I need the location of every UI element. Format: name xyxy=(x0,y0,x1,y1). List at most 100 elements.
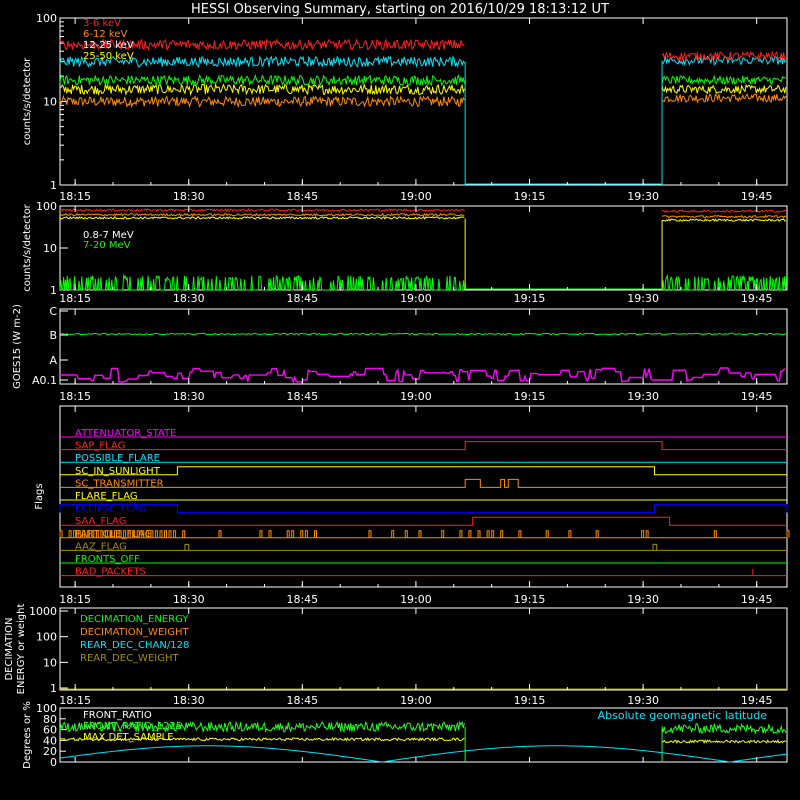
y-tick-label: A xyxy=(49,354,57,367)
flag-spikes xyxy=(184,543,658,551)
x-tick-label: 18:30 xyxy=(173,190,205,203)
x-tick-label: 19:30 xyxy=(627,593,659,606)
y-tick-label: 1000 xyxy=(29,605,57,618)
y-axis-label: Flags xyxy=(34,483,45,509)
legend-entry: REAR_DEC_WEIGHT xyxy=(80,653,179,664)
flag-spikes xyxy=(59,530,790,538)
y-tick-label: 10 xyxy=(43,96,57,109)
series-line xyxy=(661,722,787,735)
x-tick-label: 19:30 xyxy=(627,390,659,403)
x-tick-label: 18:15 xyxy=(59,593,91,606)
x-tick-label: 19:45 xyxy=(741,190,773,203)
series-line xyxy=(59,208,465,212)
x-tick-label: 19:00 xyxy=(400,292,432,305)
x-tick-label: 19:45 xyxy=(741,694,773,707)
x-tick-label: 18:45 xyxy=(286,390,318,403)
x-tick-label: 18:15 xyxy=(59,190,91,203)
x-tick-label: 19:00 xyxy=(400,694,432,707)
legend-entry: DECIMATION_ENERGY xyxy=(80,614,189,625)
x-tick-label: 19:00 xyxy=(400,593,432,606)
legend-entry: REAR_DEC_CHAN/128 xyxy=(80,640,189,651)
x-tick-label: 18:15 xyxy=(59,694,91,707)
series-line xyxy=(60,332,788,336)
series-line xyxy=(59,82,465,97)
x-tick-label: 19:15 xyxy=(514,694,546,707)
series-line xyxy=(59,212,465,217)
y-axis-label: GOES15 (W m-2) xyxy=(12,304,23,389)
x-tick-label: 19:30 xyxy=(627,190,659,203)
flag-label: ECLIPSE_FLAG xyxy=(75,504,146,515)
x-tick-label: 19:45 xyxy=(741,593,773,606)
series-line xyxy=(661,83,787,95)
y-tick-label: A0.1 xyxy=(32,374,57,387)
flag-line xyxy=(60,478,787,488)
y-tick-label: 1 xyxy=(50,284,57,297)
x-tick-label: 19:00 xyxy=(400,190,432,203)
y-axis-label: counts/s/detector xyxy=(22,57,33,145)
hessi-summary-chart: HESSI Observing Summary, starting on 201… xyxy=(4,2,790,769)
x-tick-label: 18:45 xyxy=(286,694,318,707)
y-tick-label: 10 xyxy=(43,656,57,669)
x-tick-label: 19:30 xyxy=(627,292,659,305)
x-tick-label: 18:15 xyxy=(59,292,91,305)
x-tick-label: 19:00 xyxy=(400,390,432,403)
series-line xyxy=(60,367,786,384)
y-tick-label: 1 xyxy=(50,179,57,192)
series-line xyxy=(661,93,787,104)
legend-entry: 6-12 keV xyxy=(83,29,127,40)
x-tick-label: 18:15 xyxy=(59,390,91,403)
y-axis-label: DECIMATION xyxy=(4,617,15,680)
y-tick-label: 10 xyxy=(43,242,57,255)
y-tick-label: B xyxy=(49,329,57,342)
y-tick-label: 100 xyxy=(36,200,57,213)
x-tick-label: 18:45 xyxy=(286,593,318,606)
x-tick-label: 19:45 xyxy=(741,390,773,403)
y-tick-label: C xyxy=(49,305,57,318)
series-line xyxy=(661,739,787,744)
legend-entry: FRONT_RATIO xyxy=(83,710,152,721)
legend-entry: 7-20 MeV xyxy=(83,240,131,251)
x-tick-label: 19:45 xyxy=(741,292,773,305)
legend-entry: DECIMATION_WEIGHT xyxy=(80,627,189,638)
legend-entry: 25-50 keV xyxy=(83,51,134,62)
x-tick-label: 18:30 xyxy=(173,593,205,606)
flag-line xyxy=(60,441,787,451)
series-line xyxy=(59,216,465,220)
flag-line xyxy=(60,516,787,526)
series-line xyxy=(661,218,786,223)
x-tick-label: 19:15 xyxy=(514,190,546,203)
annotation-label: Absolute geomagnetic latitude xyxy=(598,709,768,722)
series-line xyxy=(661,209,787,214)
x-tick-label: 18:30 xyxy=(173,694,205,707)
x-tick-label: 19:15 xyxy=(514,292,546,305)
legend-entry: 12-25 keV xyxy=(83,40,134,51)
panel-goes xyxy=(59,308,788,385)
x-tick-label: 18:30 xyxy=(173,292,205,305)
x-tick-label: 19:15 xyxy=(514,593,546,606)
y-axis-label: counts/s/detector xyxy=(22,203,33,291)
y-tick-label: 1 xyxy=(50,682,57,695)
y-axis-label: Degrees or % xyxy=(22,701,33,769)
series-line xyxy=(59,73,465,87)
x-tick-label: 19:15 xyxy=(514,390,546,403)
y-tick-label: 100 xyxy=(36,702,57,715)
series-line xyxy=(661,214,787,219)
flag-line xyxy=(60,466,787,476)
x-tick-label: 18:45 xyxy=(286,190,318,203)
y-tick-label: 100 xyxy=(36,12,57,25)
flag-line xyxy=(59,504,788,514)
y-tick-label: 100 xyxy=(36,631,57,644)
chart-title: HESSI Observing Summary, starting on 201… xyxy=(191,2,609,17)
series-line xyxy=(59,94,465,109)
series-line xyxy=(661,74,786,86)
y-axis-label: ENERGY or weight xyxy=(16,604,27,695)
chart-layer: 110100counts/s/detector3-6 keV6-12 keV12… xyxy=(4,12,790,769)
x-tick-label: 18:45 xyxy=(286,292,318,305)
x-tick-label: 19:30 xyxy=(627,694,659,707)
legend-entry: MAX DET_SAMPLE xyxy=(83,732,174,743)
series-line xyxy=(59,273,465,291)
legend-entry: 3-6 keV xyxy=(83,18,121,29)
legend-entry: FRONT_RATIO_1225 xyxy=(83,721,182,732)
series-line xyxy=(59,745,788,763)
x-tick-label: 18:30 xyxy=(173,390,205,403)
